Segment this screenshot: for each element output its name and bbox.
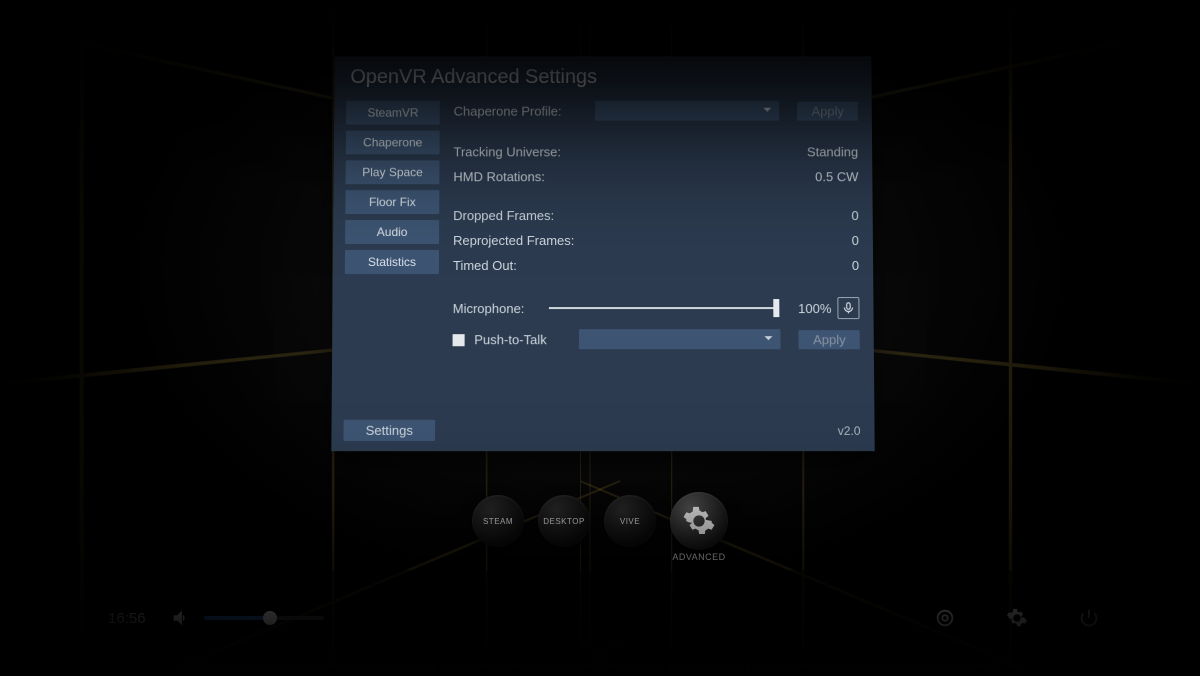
- system-bar: 16:56: [100, 590, 1100, 646]
- dock-label: DESKTOP: [543, 517, 585, 526]
- recenter-icon[interactable]: [934, 607, 956, 629]
- tab-chaperone[interactable]: Chaperone: [346, 131, 440, 155]
- microphone-slider[interactable]: [549, 307, 779, 309]
- vr-scene: OpenVR Advanced Settings SteamVR Chapero…: [0, 0, 1200, 676]
- speaker-icon[interactable]: [170, 607, 192, 629]
- dock-steam-button[interactable]: STEAM: [472, 495, 524, 547]
- settings-gear-icon[interactable]: [1006, 607, 1028, 629]
- dock-caption: ADVANCED: [672, 552, 725, 562]
- volume-slider[interactable]: [204, 616, 324, 620]
- microphone-percent: 100%: [787, 301, 831, 316]
- push-to-talk-select[interactable]: [579, 329, 781, 349]
- microphone-label: Microphone:: [453, 301, 543, 316]
- push-to-talk-label: Push-to-Talk: [474, 332, 546, 347]
- dock-vive-button[interactable]: VIVE: [604, 495, 656, 547]
- reprojected-frames-value: 0: [852, 233, 859, 248]
- volume-control: [170, 607, 324, 629]
- version-label: v2.0: [838, 423, 861, 437]
- push-to-talk-checkbox-wrap[interactable]: Push-to-Talk: [453, 332, 573, 347]
- panel-title: OpenVR Advanced Settings: [350, 66, 857, 89]
- hmd-rotations-label: HMD Rotations:: [453, 169, 589, 184]
- hmd-rotations-value: 0.5 CW: [815, 169, 858, 184]
- volume-thumb[interactable]: [263, 611, 277, 625]
- microphone-slider-thumb[interactable]: [773, 299, 779, 317]
- clock: 16:56: [100, 610, 170, 627]
- tab-play-space[interactable]: Play Space: [346, 160, 440, 184]
- dashboard-dock: STEAM DESKTOP VIVE ADVANCED: [472, 492, 728, 550]
- tab-steamvr[interactable]: SteamVR: [346, 101, 440, 125]
- microphone-toggle-button[interactable]: [837, 297, 859, 319]
- dropped-frames-label: Dropped Frames:: [453, 208, 589, 223]
- tracking-universe-label: Tracking Universe:: [453, 144, 589, 159]
- chaperone-apply-button[interactable]: Apply: [798, 101, 858, 120]
- chaperone-profile-label: Chaperone Profile:: [454, 103, 589, 118]
- chaperone-profile-select[interactable]: [595, 101, 780, 121]
- settings-panel: OpenVR Advanced Settings SteamVR Chapero…: [331, 56, 874, 451]
- reprojected-frames-label: Reprojected Frames:: [453, 233, 589, 248]
- timed-out-label: Timed Out:: [453, 258, 589, 273]
- power-icon[interactable]: [1078, 607, 1100, 629]
- dock-label: STEAM: [483, 517, 513, 526]
- dropped-frames-value: 0: [851, 208, 858, 223]
- tab-audio[interactable]: Audio: [345, 220, 439, 244]
- timed-out-value: 0: [852, 258, 859, 273]
- tab-list: SteamVR Chaperone Play Space Floor Fix A…: [344, 101, 440, 359]
- panel-content: Chaperone Profile: Apply Tracking Univer…: [452, 101, 859, 359]
- push-to-talk-apply-button[interactable]: Apply: [799, 330, 860, 349]
- gear-icon: [682, 504, 716, 538]
- dock-label: VIVE: [620, 517, 640, 526]
- tab-floor-fix[interactable]: Floor Fix: [345, 190, 439, 214]
- tab-statistics[interactable]: Statistics: [345, 250, 439, 274]
- push-to-talk-checkbox[interactable]: [453, 334, 465, 346]
- dock-advanced-button[interactable]: ADVANCED: [670, 492, 728, 550]
- dock-desktop-button[interactable]: DESKTOP: [538, 495, 590, 547]
- tracking-universe-value: Standing: [807, 144, 858, 159]
- volume-fill: [204, 616, 270, 620]
- settings-button[interactable]: Settings: [343, 420, 435, 441]
